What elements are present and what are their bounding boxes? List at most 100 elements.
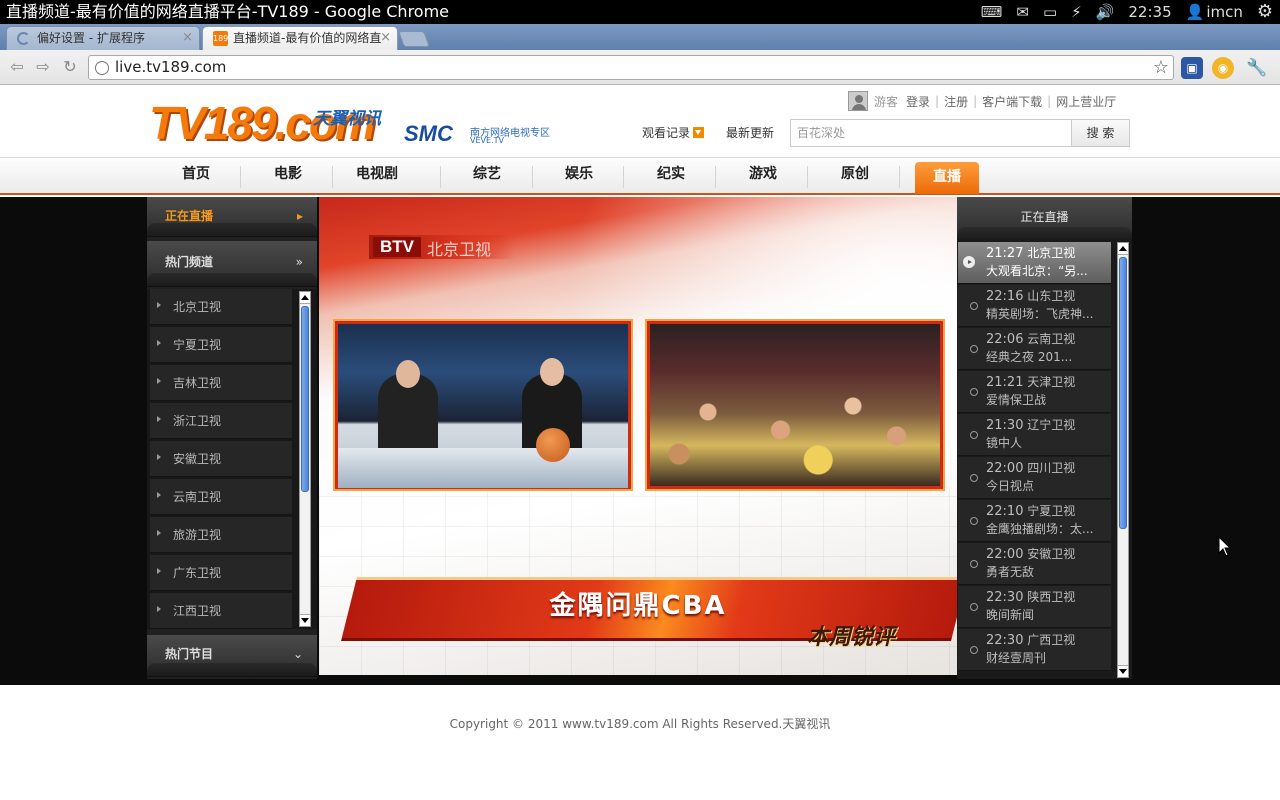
battery-icon[interactable]: ▭	[1043, 0, 1057, 24]
program-time-channel: 21:27 北京卫视	[986, 244, 1075, 261]
online-hall-link[interactable]: 网上营业厅	[1056, 93, 1116, 110]
mail-icon[interactable]: ✉	[1016, 0, 1029, 24]
clock[interactable]: 22:35	[1128, 0, 1171, 24]
user-menu[interactable]: imcn	[1206, 0, 1243, 24]
program-item[interactable]: 21:30 辽宁卫视 镜中人	[958, 414, 1111, 456]
scroll-down-icon[interactable]	[1118, 665, 1128, 677]
close-icon[interactable]: ×	[182, 27, 193, 49]
bullet-icon	[157, 416, 161, 422]
list-item[interactable]: 江西卫视	[150, 593, 292, 629]
program-time-channel: 22:00 四川卫视	[986, 459, 1075, 476]
list-item[interactable]: 安徽卫视	[150, 441, 292, 477]
login-link[interactable]: 登录	[906, 93, 930, 110]
wrench-icon[interactable]: 🔧	[1246, 57, 1268, 79]
channel-name: 云南卫视	[173, 490, 222, 504]
nav-tv-series[interactable]: 电视剧	[327, 158, 427, 194]
tab-edge	[147, 223, 317, 236]
program-item[interactable]: 22:30 广西卫视 财经壹周刊	[958, 629, 1111, 671]
bullet-icon	[157, 340, 161, 346]
nav-games[interactable]: 游戏	[717, 158, 809, 194]
tab-live-channel[interactable]: 189 直播频道-最有价值的网络直 ×	[202, 26, 398, 50]
scrollbar-thumb[interactable]	[1119, 257, 1127, 529]
list-item[interactable]: 旅游卫视	[150, 517, 292, 553]
now-live-header[interactable]: 正在直播 ▸	[147, 197, 317, 237]
latest-updates-link[interactable]: 最新更新	[726, 124, 774, 141]
tv189-favicon-icon: 189	[213, 31, 228, 46]
tab-extensions[interactable]: 偏好设置 - 扩展程序 ×	[6, 26, 200, 50]
gear-icon[interactable]: ⚙	[1257, 0, 1273, 24]
station-logo: BTV 北京卫视	[369, 235, 515, 259]
program-title: 晚间新闻	[986, 608, 1035, 622]
list-item[interactable]: 北京卫视	[150, 289, 292, 325]
program-item[interactable]: 22:10 宁夏卫视 金鹰独播剧场：太...	[958, 500, 1111, 542]
hot-programs-header[interactable]: 热门节目 ⌄	[147, 635, 317, 677]
program-item[interactable]: 22:16 山东卫视 精英剧场：飞虎神...	[958, 285, 1111, 327]
channel-name: 北京卫视	[173, 300, 222, 314]
program-scrollbar[interactable]	[1117, 242, 1129, 678]
scroll-up-icon[interactable]	[300, 292, 310, 304]
program-item[interactable]: 22:06 云南卫视 经典之夜 201...	[958, 328, 1111, 370]
nav-movies[interactable]: 电影	[242, 158, 334, 194]
program-time-channel: 21:21 天津卫视	[986, 373, 1075, 390]
register-link[interactable]: 注册	[944, 93, 968, 110]
scroll-up-icon[interactable]	[1118, 243, 1128, 255]
new-tab-button[interactable]	[398, 31, 430, 47]
crowd-scene	[650, 364, 940, 484]
url-text[interactable]: live.tv189.com	[115, 56, 226, 79]
nav-original[interactable]: 原创	[809, 158, 901, 194]
address-bar[interactable]: live.tv189.com ☆	[88, 55, 1174, 80]
channel-name: 旅游卫视	[173, 528, 222, 542]
volume-icon[interactable]: 🔊	[1096, 0, 1115, 24]
back-icon[interactable]: ⇦	[7, 57, 27, 77]
program-time-channel: 21:30 辽宁卫视	[986, 416, 1075, 433]
keyboard-icon[interactable]: ⌨	[981, 0, 1003, 24]
channel-name: 吉林卫视	[173, 376, 222, 390]
scrollbar-thumb[interactable]	[301, 306, 309, 492]
program-time: 22:16	[986, 289, 1024, 304]
forward-icon[interactable]: ⇨	[33, 57, 53, 77]
program-title: 经典之夜 201...	[986, 350, 1073, 364]
watch-history-menu[interactable]: 观看记录	[642, 124, 705, 141]
reload-icon[interactable]: ↻	[60, 57, 80, 77]
program-title: 镜中人	[986, 436, 1023, 450]
user-links: 游客 登录 | 注册 | 客户端下载 | 网上营业厅	[848, 90, 1116, 112]
nav-documentary[interactable]: 纪实	[625, 158, 717, 194]
list-item[interactable]: 浙江卫视	[150, 403, 292, 439]
program-item[interactable]: 21:21 天津卫视 爱情保卫战	[958, 371, 1111, 413]
close-icon[interactable]: ×	[380, 27, 391, 49]
nav-entertainment[interactable]: 娱乐	[533, 158, 625, 194]
play-icon	[963, 256, 975, 268]
extension-icon[interactable]: ▣	[1181, 57, 1203, 79]
divider	[240, 166, 241, 188]
radio-dot-icon	[970, 302, 978, 310]
program-item[interactable]: 21:27 北京卫视 大观看北京：“另...	[958, 242, 1111, 284]
channel-name: 江西卫视	[173, 604, 222, 618]
hot-channels-header[interactable]: 热门频道 »	[147, 241, 317, 287]
channel-scrollbar[interactable]	[299, 291, 311, 627]
list-item[interactable]: 广东卫视	[150, 555, 292, 591]
program-item[interactable]: 22:00 四川卫视 今日视点	[958, 457, 1111, 499]
search-input[interactable]: 百花深处	[790, 119, 1072, 147]
scroll-down-icon[interactable]	[300, 614, 310, 626]
program-item[interactable]: 22:30 陕西卫视 晚间新闻	[958, 586, 1111, 628]
list-item[interactable]: 吉林卫视	[150, 365, 292, 401]
network-icon[interactable]: ⚡	[1071, 0, 1082, 24]
double-chevron-down-icon: ⌄	[292, 647, 303, 661]
program-time: 22:10	[986, 504, 1024, 519]
smc-logo[interactable]: SMC 南方网络电视专区 VEVE.TV	[404, 122, 554, 148]
tv189-logo[interactable]: TV189.com 天翼视讯	[149, 100, 389, 150]
video-player[interactable]: BTV 北京卫视 金隅问鼎CBA 本周锐评	[319, 197, 957, 675]
list-item[interactable]: 云南卫视	[150, 479, 292, 515]
watch-history-label: 观看记录	[642, 126, 691, 140]
bookmark-star-icon[interactable]: ☆	[1153, 56, 1169, 79]
list-item[interactable]: 宁夏卫视	[150, 327, 292, 363]
program-time-channel: 22:06 云南卫视	[986, 330, 1075, 347]
radio-dot-icon	[970, 517, 978, 525]
program-item[interactable]: 22:00 安徽卫视 勇者无敌	[958, 543, 1111, 585]
nav-variety[interactable]: 综艺	[441, 158, 533, 194]
nav-home[interactable]: 首页	[150, 158, 242, 194]
client-download-link[interactable]: 客户端下载	[982, 93, 1042, 110]
nav-live[interactable]: 直播	[915, 162, 979, 194]
search-button[interactable]: 搜 索	[1071, 119, 1130, 147]
extension-icon[interactable]: ◉	[1212, 57, 1234, 79]
